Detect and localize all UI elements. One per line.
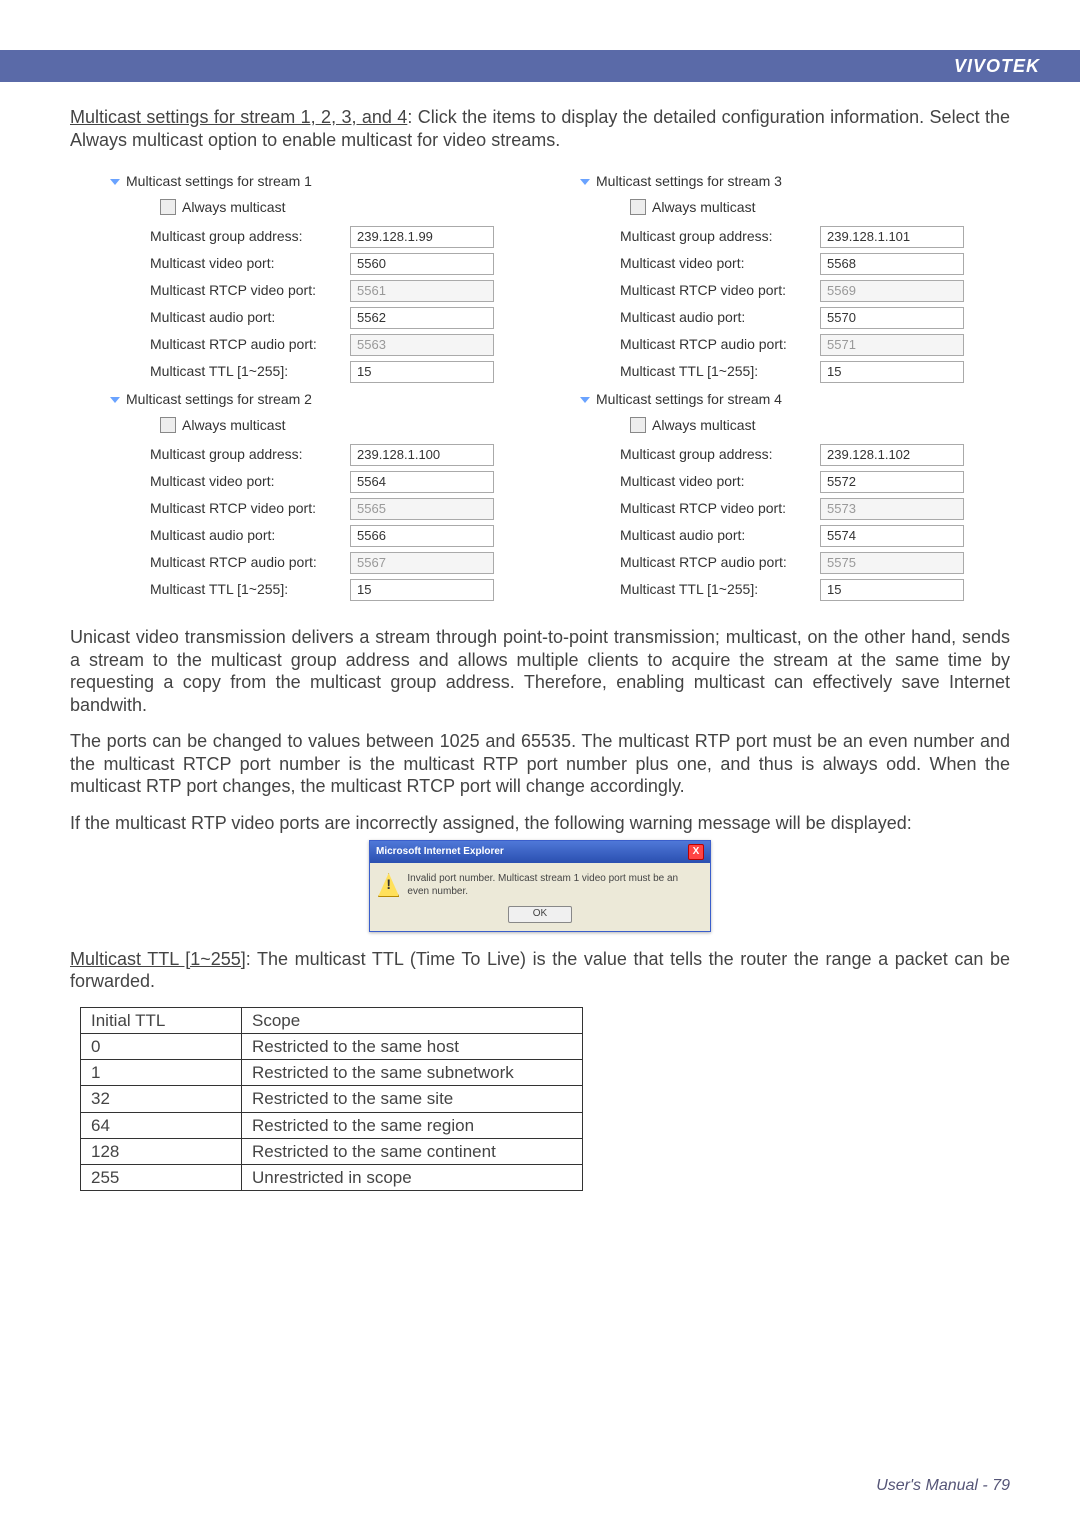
warn-paragraph: If the multicast RTP video ports are inc…: [70, 812, 1010, 835]
table-row: 0Restricted to the same host: [81, 1033, 583, 1059]
stream3-ttl-input[interactable]: 15: [820, 361, 964, 383]
stream4-aport-input[interactable]: 5574: [820, 525, 964, 547]
stream1-ttl-input[interactable]: 15: [350, 361, 494, 383]
label-vport: Multicast video port:: [150, 255, 350, 273]
chevron-down-icon: [580, 179, 590, 185]
label-rtcpa: Multicast RTCP audio port:: [150, 336, 350, 354]
always-label: Always multicast: [652, 417, 755, 435]
stream1-vport-input[interactable]: 5560: [350, 253, 494, 275]
label-aport: Multicast audio port:: [620, 527, 820, 545]
brand-text: VIVOTEK: [954, 56, 1040, 77]
label-ttl: Multicast TTL [1~255]:: [620, 363, 820, 381]
label-vport: Multicast video port:: [620, 255, 820, 273]
label-rtcpv: Multicast RTCP video port:: [620, 500, 820, 518]
label-aport: Multicast audio port:: [150, 527, 350, 545]
label-rtcpv: Multicast RTCP video port:: [150, 500, 350, 518]
chevron-down-icon: [580, 397, 590, 403]
stream4-group-input[interactable]: 239.128.1.102: [820, 444, 964, 466]
label-vport: Multicast video port:: [150, 473, 350, 491]
ttl-paragraph: Multicast TTL [1~255]: The multicast TTL…: [70, 948, 1010, 993]
chevron-down-icon: [110, 397, 120, 403]
stream1-aport-input[interactable]: 5562: [350, 307, 494, 329]
table-row: 64Restricted to the same region: [81, 1112, 583, 1138]
stream3-header[interactable]: Multicast settings for stream 3: [580, 173, 1010, 191]
warning-icon: !: [378, 873, 399, 897]
warning-dialog: Microsoft Internet Explorer X ! Invalid …: [369, 840, 711, 932]
stream2-rtcpv-input: 5565: [350, 498, 494, 520]
stream4-always-checkbox[interactable]: [630, 417, 646, 433]
ok-button[interactable]: OK: [508, 906, 572, 923]
dialog-titlebar: Microsoft Internet Explorer X: [370, 841, 710, 863]
stream1-group-input[interactable]: 239.128.1.99: [350, 226, 494, 248]
stream3-vport-input[interactable]: 5568: [820, 253, 964, 275]
intro-underline: Multicast settings for stream 1, 2, 3, a…: [70, 107, 407, 127]
intro-paragraph: Multicast settings for stream 1, 2, 3, a…: [70, 106, 1010, 151]
label-group: Multicast group address:: [620, 228, 820, 246]
label-group: Multicast group address:: [150, 446, 350, 464]
stream3-rtcpv-input: 5569: [820, 280, 964, 302]
label-group: Multicast group address:: [150, 228, 350, 246]
stream4-rtcpa-input: 5575: [820, 552, 964, 574]
settings-grid: Multicast settings for stream 1 Always m…: [70, 165, 1010, 606]
table-row: 1Restricted to the same subnetwork: [81, 1060, 583, 1086]
stream2-group-input[interactable]: 239.128.1.100: [350, 444, 494, 466]
stream4-vport-input[interactable]: 5572: [820, 471, 964, 493]
ports-paragraph: The ports can be changed to values betwe…: [70, 730, 1010, 798]
stream3-title: Multicast settings for stream 3: [596, 173, 782, 191]
label-rtcpa: Multicast RTCP audio port:: [150, 554, 350, 572]
label-ttl: Multicast TTL [1~255]:: [620, 581, 820, 599]
always-label: Always multicast: [182, 199, 285, 217]
stream1-rtcpv-input: 5561: [350, 280, 494, 302]
unicast-paragraph: Unicast video transmission delivers a st…: [70, 626, 1010, 716]
stream4-header[interactable]: Multicast settings for stream 4: [580, 391, 1010, 409]
always-label: Always multicast: [652, 199, 755, 217]
label-rtcpv: Multicast RTCP video port:: [150, 282, 350, 300]
brand-bar: VIVOTEK: [0, 50, 1080, 82]
label-aport: Multicast audio port:: [620, 309, 820, 327]
table-row: 128Restricted to the same continent: [81, 1138, 583, 1164]
stream2-ttl-input[interactable]: 15: [350, 579, 494, 601]
table-row: 255Unrestricted in scope: [81, 1165, 583, 1191]
label-rtcpa: Multicast RTCP audio port:: [620, 336, 820, 354]
stream1-rtcpa-input: 5563: [350, 334, 494, 356]
label-rtcpv: Multicast RTCP video port:: [620, 282, 820, 300]
stream2-vport-input[interactable]: 5564: [350, 471, 494, 493]
dialog-message: Invalid port number. Multicast stream 1 …: [407, 873, 702, 898]
stream2-header[interactable]: Multicast settings for stream 2: [110, 391, 540, 409]
table-row: 32Restricted to the same site: [81, 1086, 583, 1112]
stream2-title: Multicast settings for stream 2: [126, 391, 312, 409]
stream2-rtcpa-input: 5567: [350, 552, 494, 574]
stream4-rtcpv-input: 5573: [820, 498, 964, 520]
dialog-title-text: Microsoft Internet Explorer: [376, 846, 504, 859]
stream1-always-checkbox[interactable]: [160, 199, 176, 215]
ttl-underline: Multicast TTL [1~255]: [70, 949, 246, 969]
stream1-title: Multicast settings for stream 1: [126, 173, 312, 191]
label-ttl: Multicast TTL [1~255]:: [150, 363, 350, 381]
label-rtcpa: Multicast RTCP audio port:: [620, 554, 820, 572]
label-aport: Multicast audio port:: [150, 309, 350, 327]
top-spacer: [0, 0, 1080, 50]
stream1-header[interactable]: Multicast settings for stream 1: [110, 173, 540, 191]
ttl-header-initial: Initial TTL: [81, 1007, 242, 1033]
stream3-group-input[interactable]: 239.128.1.101: [820, 226, 964, 248]
stream3-always-checkbox[interactable]: [630, 199, 646, 215]
close-icon[interactable]: X: [688, 844, 704, 860]
page-footer: User's Manual - 79: [876, 1477, 1010, 1495]
stream4-ttl-input[interactable]: 15: [820, 579, 964, 601]
stream3-rtcpa-input: 5571: [820, 334, 964, 356]
stream4-title: Multicast settings for stream 4: [596, 391, 782, 409]
label-vport: Multicast video port:: [620, 473, 820, 491]
ttl-table: Initial TTL Scope 0Restricted to the sam…: [80, 1007, 583, 1192]
chevron-down-icon: [110, 179, 120, 185]
stream3-aport-input[interactable]: 5570: [820, 307, 964, 329]
label-ttl: Multicast TTL [1~255]:: [150, 581, 350, 599]
ttl-header-scope: Scope: [242, 1007, 583, 1033]
label-group: Multicast group address:: [620, 446, 820, 464]
stream2-always-checkbox[interactable]: [160, 417, 176, 433]
always-label: Always multicast: [182, 417, 285, 435]
stream2-aport-input[interactable]: 5566: [350, 525, 494, 547]
